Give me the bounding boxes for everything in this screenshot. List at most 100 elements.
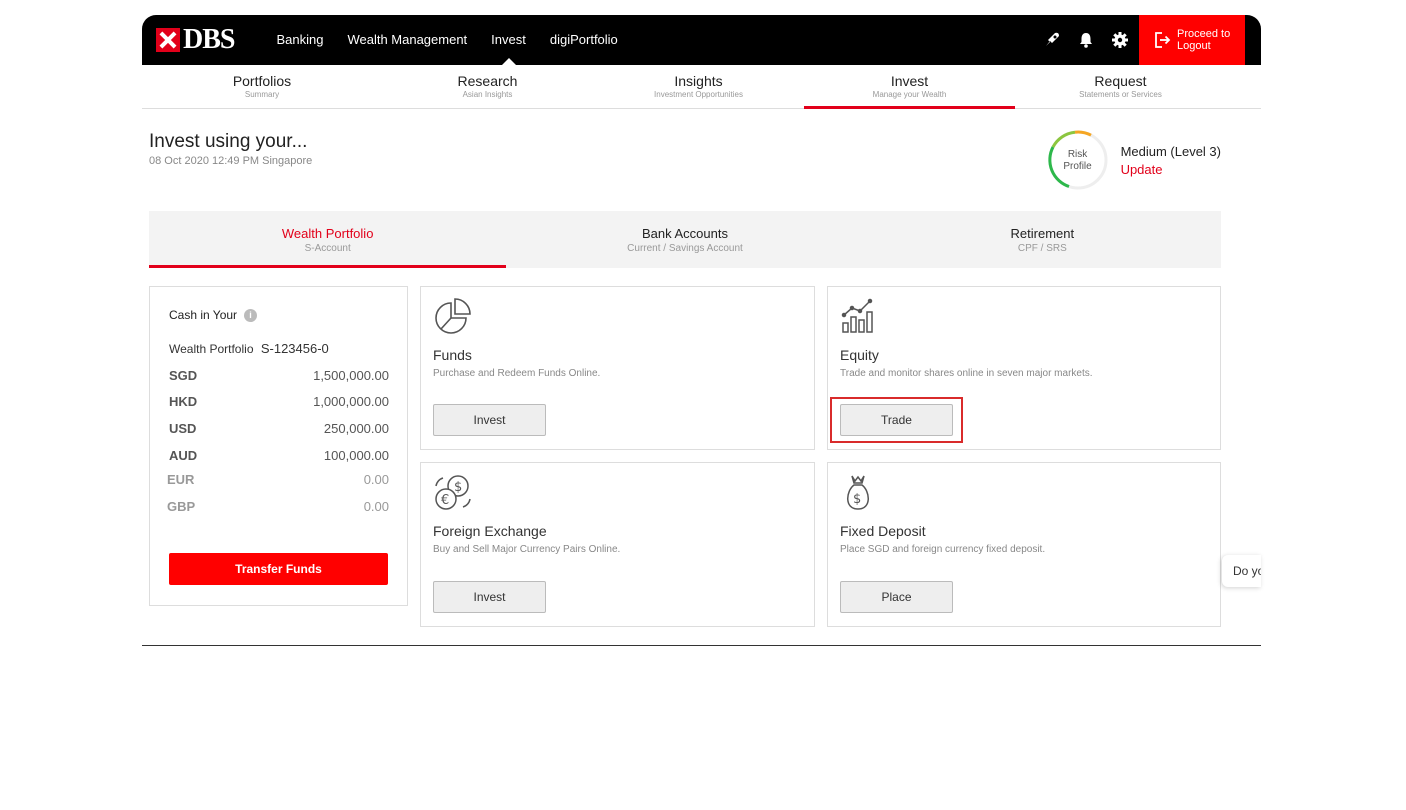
page-title: Invest using your... bbox=[149, 131, 308, 152]
topnav-digiportfolio[interactable]: digiPortfolio bbox=[538, 15, 630, 65]
card-title: Equity bbox=[840, 347, 879, 363]
transfer-funds-button[interactable]: Transfer Funds bbox=[169, 553, 388, 585]
cash-panel-title: Cash in Your i bbox=[169, 308, 258, 322]
currency-amount: 1,000,000.00 bbox=[313, 394, 389, 409]
subnav-sub: Asian Insights bbox=[462, 90, 513, 99]
tab-title: Wealth Portfolio bbox=[281, 226, 374, 241]
tab-title: Bank Accounts bbox=[641, 226, 728, 241]
card-description: Place SGD and foreign currency fixed dep… bbox=[840, 544, 1046, 555]
funds-invest-button[interactable]: Invest bbox=[433, 404, 546, 436]
currency-code: HKD bbox=[169, 394, 198, 409]
cash-account: Wealth Portfolio S-123456-0 bbox=[169, 341, 329, 356]
subnav-title: Research bbox=[457, 73, 518, 89]
currency-amount: 0.00 bbox=[363, 472, 389, 487]
card-title: Funds bbox=[433, 347, 472, 363]
sub-navigation: Portfolios Summary Research Asian Insigh… bbox=[142, 65, 1261, 109]
cash-row: AUD 100,000.00 bbox=[169, 448, 389, 463]
subnav-insights[interactable]: Insights Investment Opportunities bbox=[593, 65, 804, 108]
subnav-invest[interactable]: Invest Manage your Wealth bbox=[804, 65, 1015, 109]
logout-label: Proceed to Logout bbox=[1177, 28, 1230, 52]
svg-text:$: $ bbox=[853, 492, 861, 507]
page-heading: Invest using your... 08 Oct 2020 12:49 P… bbox=[142, 109, 1261, 211]
currency-code: GBP bbox=[167, 499, 196, 514]
tab-bank-accounts[interactable]: Bank Accounts Current / Savings Account bbox=[506, 211, 863, 268]
brand-name: DBS bbox=[183, 24, 235, 55]
logout-button[interactable]: Proceed to Logout bbox=[1139, 15, 1245, 65]
cash-title-text: Cash in Your bbox=[169, 308, 238, 322]
subnav-title: Request bbox=[1094, 73, 1147, 89]
bar-chart-icon bbox=[840, 297, 880, 337]
dbs-logo[interactable]: DBS bbox=[156, 24, 235, 56]
subnav-sub: Summary bbox=[244, 90, 280, 99]
trade-highlight-box bbox=[830, 397, 963, 443]
logout-label-line1: Proceed to bbox=[1177, 28, 1231, 40]
risk-update-link[interactable]: Update bbox=[1121, 162, 1221, 177]
tab-title: Retirement bbox=[1010, 226, 1075, 241]
tab-sub: S-Account bbox=[304, 243, 351, 254]
cash-row: GBP 0.00 bbox=[167, 499, 389, 514]
topnav-banking[interactable]: Banking bbox=[264, 15, 335, 65]
tab-wealth-portfolio[interactable]: Wealth Portfolio S-Account bbox=[149, 211, 507, 268]
tab-sub: CPF / SRS bbox=[1017, 243, 1067, 254]
currency-code: AUD bbox=[169, 448, 198, 463]
risk-gauge: Risk Profile bbox=[1047, 129, 1109, 191]
risk-gauge-label: Risk Profile bbox=[1047, 149, 1109, 173]
subnav-request[interactable]: Request Statements or Services bbox=[1015, 65, 1226, 108]
dbs-star-icon bbox=[156, 28, 180, 52]
currency-amount: 0.00 bbox=[363, 499, 389, 514]
card-description: Buy and Sell Major Currency Pairs Online… bbox=[433, 544, 621, 555]
fixed-deposit-place-button[interactable]: Place bbox=[840, 581, 953, 613]
gear-icon[interactable] bbox=[1109, 29, 1131, 51]
top-nav: Banking Wealth Management Invest digiPor… bbox=[264, 15, 629, 65]
risk-label-line2: Profile bbox=[1063, 161, 1092, 172]
subnav-sub: Investment Opportunities bbox=[654, 90, 743, 99]
subnav-title: Invest bbox=[890, 73, 929, 89]
account-tabs: Wealth Portfolio S-Account Bank Accounts… bbox=[149, 211, 1221, 268]
risk-profile: Risk Profile Medium (Level 3) Update bbox=[1047, 129, 1221, 191]
funds-card: Funds Purchase and Redeem Funds Online. … bbox=[420, 286, 815, 450]
info-icon[interactable]: i bbox=[244, 308, 258, 322]
currency-amount: 100,000.00 bbox=[323, 448, 389, 463]
subnav-sub: Manage your Wealth bbox=[872, 90, 947, 99]
subnav-portfolios[interactable]: Portfolios Summary bbox=[142, 65, 382, 108]
cash-balance-panel: Cash in Your i Wealth Portfolio S-123456… bbox=[149, 286, 408, 606]
money-bag-icon: $ bbox=[840, 473, 880, 513]
subnav-title: Insights bbox=[674, 73, 723, 89]
currency-code: EUR bbox=[167, 472, 195, 487]
currency-amount: 250,000.00 bbox=[323, 421, 389, 436]
currency-amount: 1,500,000.00 bbox=[313, 368, 389, 383]
tab-sub: Current / Savings Account bbox=[627, 243, 743, 254]
page-timestamp: 08 Oct 2020 12:49 PM Singapore bbox=[149, 155, 313, 167]
chat-prompt-bubble[interactable]: Do you bbox=[1222, 555, 1261, 587]
currency-code: SGD bbox=[169, 368, 198, 383]
svg-text:€: € bbox=[441, 493, 449, 508]
card-title: Fixed Deposit bbox=[840, 523, 926, 539]
pie-chart-icon bbox=[433, 297, 473, 337]
topnav-invest[interactable]: Invest bbox=[479, 15, 538, 65]
cash-account-number: S-123456-0 bbox=[260, 341, 329, 356]
card-description: Trade and monitor shares online in seven… bbox=[840, 368, 1093, 379]
risk-text: Medium (Level 3) Update bbox=[1121, 144, 1221, 177]
logout-icon bbox=[1155, 32, 1171, 48]
subnav-sub: Statements or Services bbox=[1079, 90, 1162, 99]
chat-rocket-icon[interactable] bbox=[1041, 29, 1063, 51]
foreign-exchange-card: $ € Foreign Exchange Buy and Sell Major … bbox=[420, 462, 815, 627]
cash-account-label: Wealth Portfolio bbox=[169, 342, 254, 356]
bell-icon[interactable] bbox=[1075, 29, 1097, 51]
logout-label-line2: Logout bbox=[1177, 40, 1211, 52]
cash-row: USD 250,000.00 bbox=[169, 421, 389, 436]
top-icons bbox=[1041, 15, 1131, 65]
cash-row: HKD 1,000,000.00 bbox=[169, 394, 389, 409]
risk-level: Medium (Level 3) bbox=[1120, 143, 1221, 159]
topnav-wealth-management[interactable]: Wealth Management bbox=[335, 15, 479, 65]
fx-invest-button[interactable]: Invest bbox=[433, 581, 546, 613]
subnav-title: Portfolios bbox=[232, 73, 292, 89]
fixed-deposit-card: $ Fixed Deposit Place SGD and foreign cu… bbox=[827, 462, 1221, 627]
cash-row: SGD 1,500,000.00 bbox=[169, 368, 389, 383]
svg-text:$: $ bbox=[454, 480, 462, 495]
subnav-research[interactable]: Research Asian Insights bbox=[382, 65, 593, 108]
card-title: Foreign Exchange bbox=[433, 523, 547, 539]
top-navigation-bar: DBS Banking Wealth Management Invest dig… bbox=[142, 15, 1261, 65]
tab-retirement[interactable]: Retirement CPF / SRS bbox=[864, 211, 1221, 268]
cash-row: EUR 0.00 bbox=[167, 472, 389, 487]
